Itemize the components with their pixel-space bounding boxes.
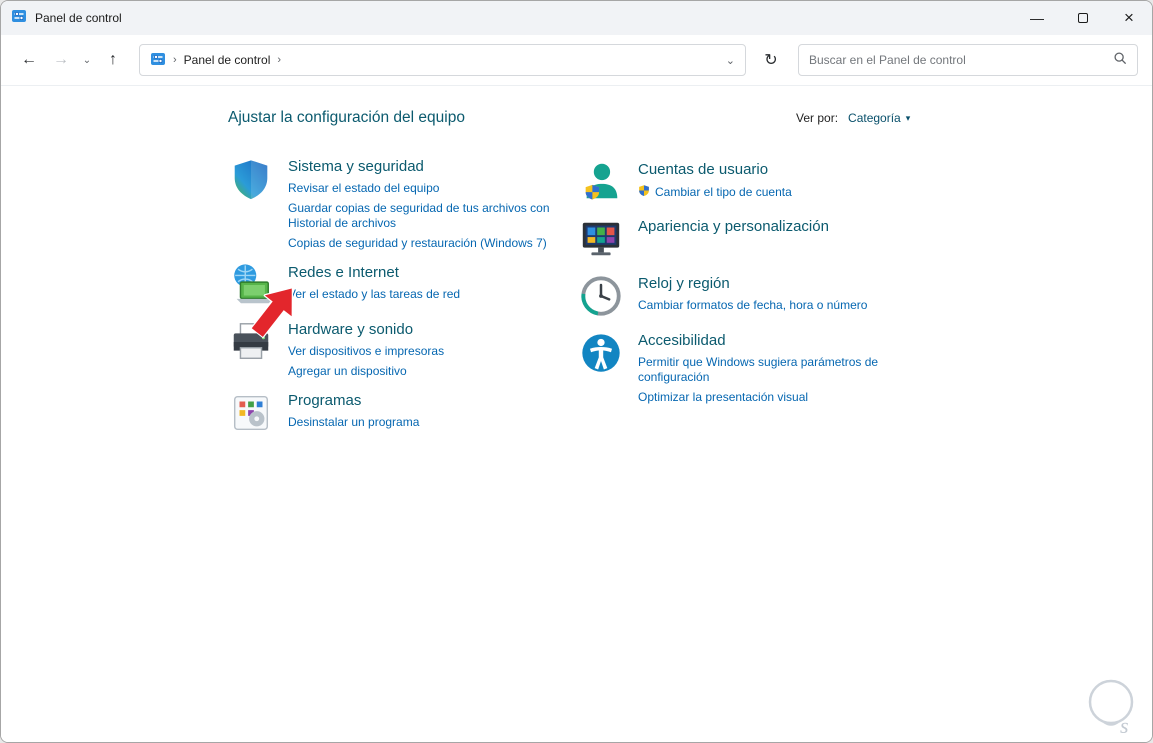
category-network-internet: Redes e Internet Ver el estado y las tar… — [228, 262, 564, 308]
back-button[interactable]: ← — [15, 46, 43, 74]
refresh-icon: ↻ — [764, 52, 778, 69]
recent-locations-button[interactable]: ⌄ — [79, 46, 95, 74]
chevron-down-icon: ⌄ — [82, 54, 92, 66]
control-panel-window: Panel de control — × ← → ⌄ ↑ › Panel de … — [0, 0, 1153, 743]
programs-window-icon[interactable] — [228, 390, 274, 436]
view-by-control: Ver por: Categoría ▾ — [796, 111, 910, 125]
forward-icon: → — [53, 51, 69, 68]
left-column: Sistema y seguridad Revisar el estado de… — [228, 156, 564, 436]
search-input[interactable] — [809, 53, 1105, 67]
category-title-network-internet[interactable]: Redes e Internet — [288, 263, 558, 282]
breadcrumb-root[interactable]: Panel de control — [184, 53, 271, 67]
link-file-history-backup[interactable]: Guardar copias de seguridad de tus archi… — [288, 201, 558, 231]
address-bar[interactable]: › Panel de control › ⌄ — [139, 44, 746, 76]
category-title-clock-region[interactable]: Reloj y región — [638, 274, 888, 293]
printer-icon[interactable] — [228, 319, 274, 365]
link-view-devices-printers[interactable]: Ver dispositivos e impresoras — [288, 344, 558, 359]
window-controls: — × — [1014, 1, 1152, 35]
minimize-button[interactable]: — — [1014, 1, 1060, 35]
network-globe-icon[interactable] — [228, 262, 274, 308]
link-view-network-status[interactable]: Ver el estado y las tareas de red — [288, 287, 558, 302]
control-panel-app-icon — [11, 8, 27, 29]
category-title-system-security[interactable]: Sistema y seguridad — [288, 157, 558, 176]
forward-button[interactable]: → — [47, 46, 75, 74]
personalization-monitor-icon[interactable] — [578, 216, 624, 262]
accessibility-icon[interactable] — [578, 330, 624, 376]
view-by-label: Ver por: — [796, 111, 839, 125]
title-bar: Panel de control — × — [1, 1, 1152, 35]
refresh-button[interactable]: ↻ — [756, 45, 786, 75]
control-panel-breadcrumb-icon — [150, 51, 166, 70]
link-change-date-formats[interactable]: Cambiar formatos de fecha, hora o número — [638, 298, 888, 313]
right-column: Cuentas de usuario Cambiar el tipo de cu… — [578, 159, 888, 405]
back-icon: ← — [21, 51, 37, 68]
security-shield-icon[interactable] — [228, 156, 274, 202]
svg-text:s: s — [1120, 713, 1129, 737]
caret-down-icon: ▾ — [905, 112, 911, 123]
watermark-logo: s — [1084, 675, 1142, 742]
up-icon: ↑ — [109, 51, 117, 68]
content-area: Ajustar la configuración del equipo Ver … — [1, 86, 1152, 742]
breadcrumb-chevron-icon[interactable]: › — [277, 54, 281, 66]
category-programs: Programas Desinstalar un programa — [228, 390, 564, 436]
clock-icon[interactable] — [578, 273, 624, 319]
user-account-icon[interactable] — [578, 159, 624, 205]
category-title-hardware-sound[interactable]: Hardware y sonido — [288, 320, 558, 339]
category-system-security: Sistema y seguridad Revisar el estado de… — [228, 156, 564, 251]
search-box — [798, 44, 1138, 76]
category-accessibility: Accesibilidad Permitir que Windows sugie… — [578, 330, 888, 405]
uac-shield-icon — [638, 184, 650, 201]
category-user-accounts: Cuentas de usuario Cambiar el tipo de cu… — [578, 159, 888, 205]
category-title-user-accounts[interactable]: Cuentas de usuario — [638, 160, 888, 179]
link-backup-restore-windows7[interactable]: Copias de seguridad y restauración (Wind… — [288, 236, 558, 251]
link-windows-suggest-settings[interactable]: Permitir que Windows sugiera parámetros … — [638, 355, 888, 385]
breadcrumb-chevron-icon[interactable]: › — [173, 54, 177, 66]
window-title: Panel de control — [35, 11, 122, 25]
search-icon[interactable] — [1113, 51, 1127, 70]
category-title-programs[interactable]: Programas — [288, 391, 558, 410]
maximize-icon — [1078, 13, 1088, 23]
link-change-account-type-label: Cambiar el tipo de cuenta — [655, 185, 792, 199]
link-uninstall-program[interactable]: Desinstalar un programa — [288, 415, 558, 430]
category-title-appearance[interactable]: Apariencia y personalización — [638, 217, 888, 236]
view-by-value: Categoría — [848, 111, 901, 125]
category-appearance-personalization: Apariencia y personalización — [578, 216, 888, 262]
link-add-device[interactable]: Agregar un dispositivo — [288, 364, 558, 379]
address-dropdown-icon[interactable]: ⌄ — [726, 54, 735, 67]
navigation-toolbar: ← → ⌄ ↑ › Panel de control › ⌄ ↻ — [1, 35, 1152, 86]
maximize-button[interactable] — [1060, 1, 1106, 35]
page-title: Ajustar la configuración del equipo — [228, 109, 465, 126]
up-button[interactable]: ↑ — [99, 46, 127, 74]
category-title-accessibility[interactable]: Accesibilidad — [638, 331, 888, 350]
link-check-computer-status[interactable]: Revisar el estado del equipo — [288, 181, 558, 196]
link-optimize-visual-display[interactable]: Optimizar la presentación visual — [638, 390, 888, 405]
category-clock-region: Reloj y región Cambiar formatos de fecha… — [578, 273, 888, 319]
minimize-icon: — — [1030, 10, 1044, 26]
category-hardware-sound: Hardware y sonido Ver dispositivos e imp… — [228, 319, 564, 379]
link-change-account-type[interactable]: Cambiar el tipo de cuenta — [638, 184, 888, 201]
close-icon: × — [1124, 8, 1134, 27]
view-by-dropdown[interactable]: Categoría ▾ — [848, 111, 910, 125]
close-button[interactable]: × — [1106, 1, 1152, 35]
